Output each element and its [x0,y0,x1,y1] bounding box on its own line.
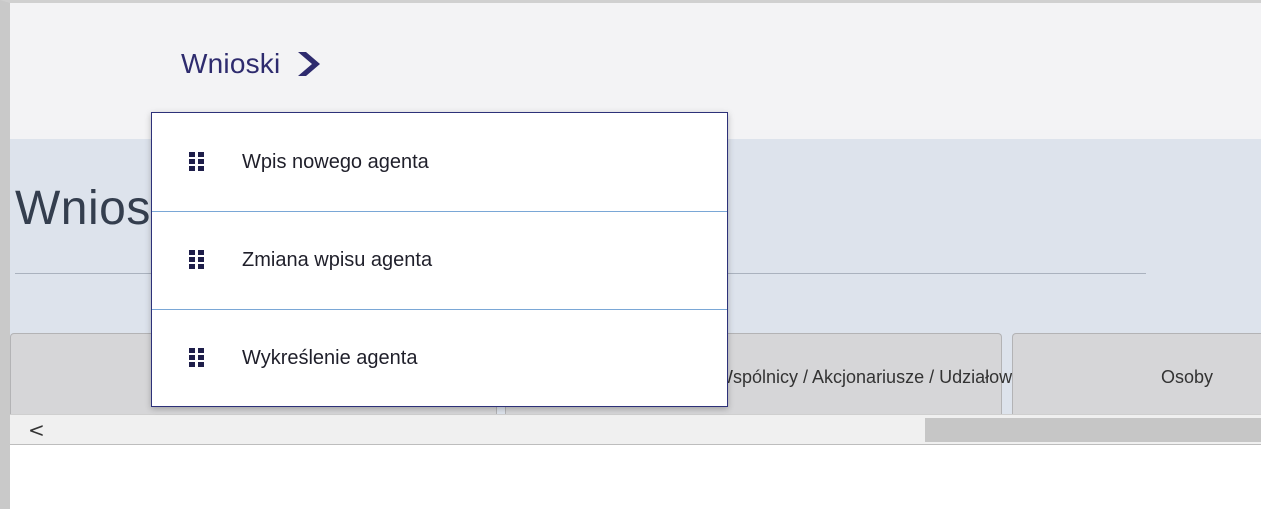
grid-icon [189,250,204,269]
menu-item-new-agent[interactable]: Wpis nowego agenta [152,113,727,211]
horizontal-scrollbar[interactable]: < [10,414,1261,445]
wnioski-dropdown-menu: Wpis nowego agenta Zmiana wpisu agenta W… [151,112,728,407]
grid-icon [189,151,204,171]
scroll-left-arrow-icon[interactable]: < [28,418,45,442]
grid-icon [189,348,204,367]
nav-menu-label: Wnioski [181,48,281,79]
menu-item-change-agent[interactable]: Zmiana wpisu agenta [152,211,727,309]
scrollbar-thumb[interactable] [925,418,1261,442]
tab-persons-label: Osoby [1161,367,1214,387]
menu-item-remove-agent[interactable]: Wykreślenie agenta [152,309,727,407]
chevron-right-icon [298,52,321,76]
menu-item-label: Zmiana wpisu agenta [242,249,433,271]
tab-shareholders-label: Wspólnicy / Akcjonariusze / Udziałowcy [716,367,1031,387]
tab-persons[interactable]: Osoby [1012,333,1261,414]
wnioski-menu-toggle[interactable]: Wnioski [181,48,322,80]
menu-item-label: Wykreślenie agenta [242,347,418,369]
menu-item-label: Wpis nowego agenta [242,150,429,173]
